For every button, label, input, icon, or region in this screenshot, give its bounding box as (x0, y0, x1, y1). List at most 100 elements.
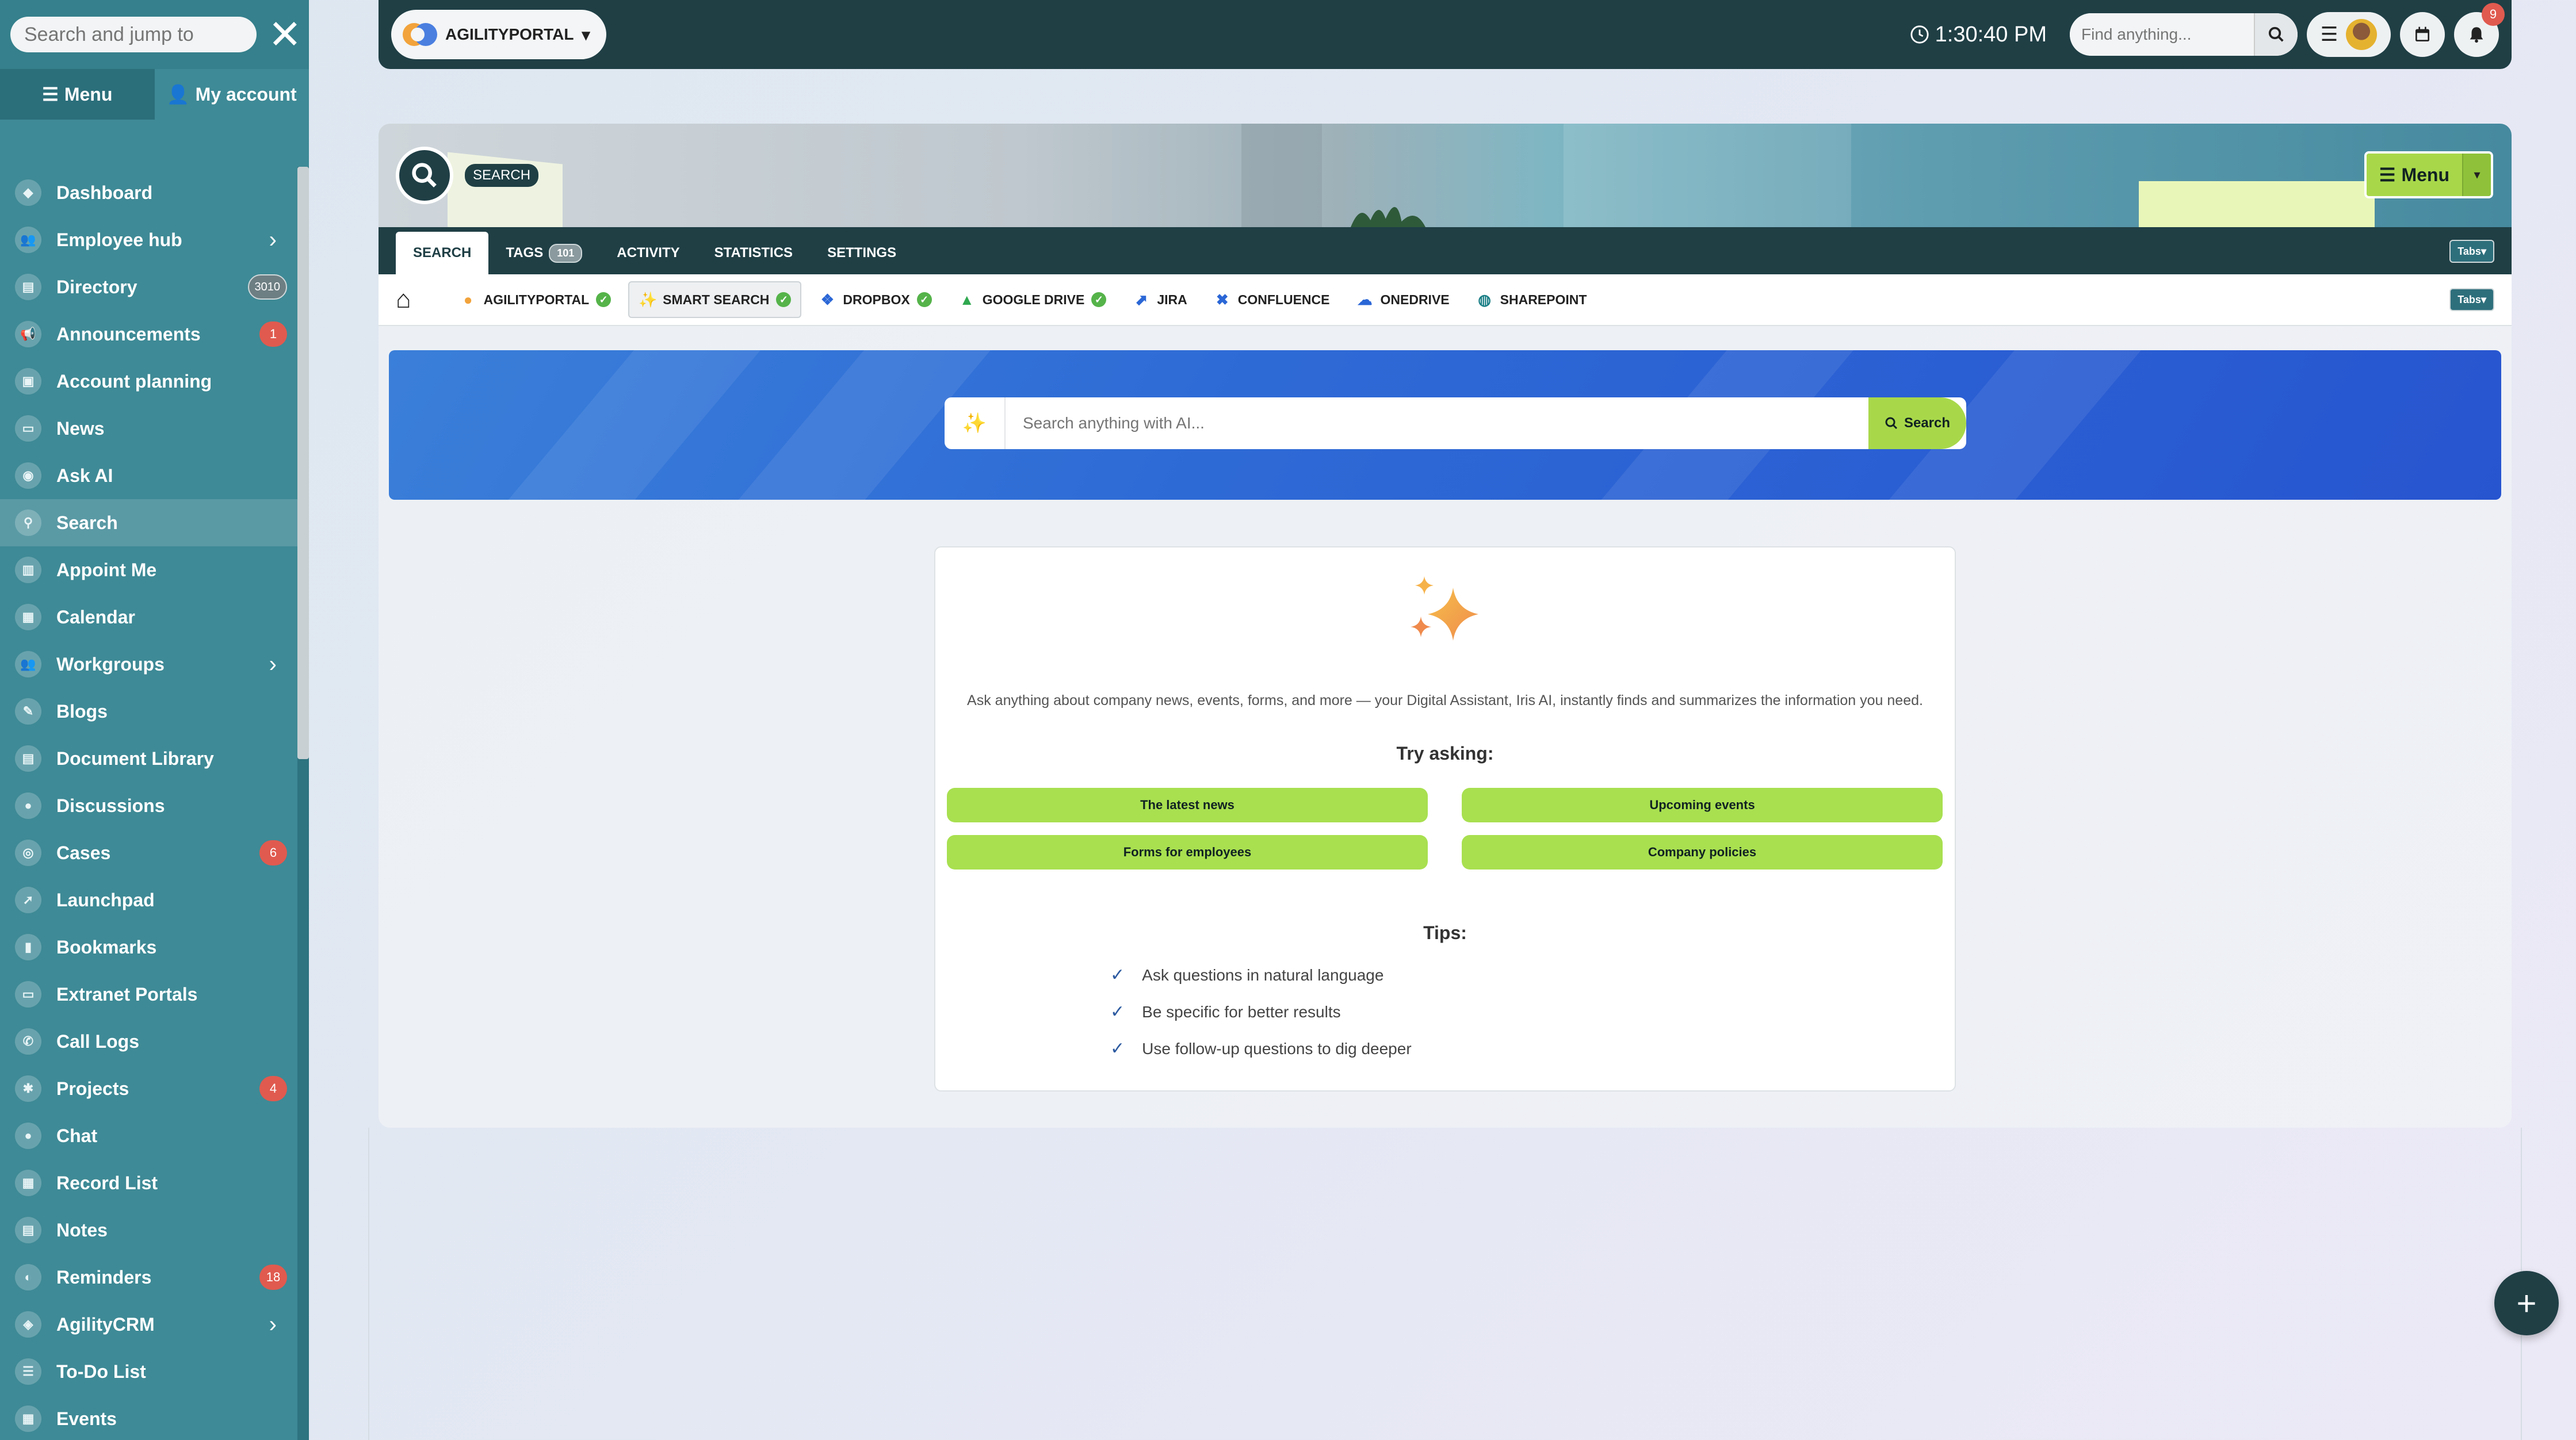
news-icon: ▭ (15, 415, 41, 442)
clock: 1:30:40 PM (1910, 22, 2047, 47)
source-tab-smart-search[interactable]: ✨ SMART SEARCH ✓ (628, 281, 802, 318)
sidebar-item-workgroups[interactable]: 👥 Workgroups › (0, 641, 297, 688)
ai-search-banner: ✨ Search (389, 350, 2501, 500)
sidebar-item-calendar[interactable]: ▦ Calendar (0, 593, 297, 641)
sidebar-item-label: To-Do List (56, 1361, 146, 1382)
suggestion-company-policies[interactable]: Company policies (1462, 835, 1943, 870)
tip-text: Ask questions in natural language (1142, 966, 1384, 984)
sidebar-item-label: Call Logs (56, 1031, 140, 1052)
sidebar-item-label: Chat (56, 1125, 98, 1146)
sidebar-item-directory[interactable]: ▤ Directory 3010 (0, 263, 297, 311)
tab-statistics-label: STATISTICS (714, 245, 793, 261)
sidebar-item-bookmarks[interactable]: ▮ Bookmarks (0, 924, 297, 971)
source-tab-dropbox[interactable]: ❖ DROPBOX ✓ (809, 281, 941, 318)
sidebar-item-news[interactable]: ▭ News (0, 405, 297, 452)
sidebar-item-events[interactable]: ▦ Events (0, 1395, 297, 1440)
sidebar-item-label: Dashboard (56, 182, 153, 203)
tab-menu[interactable]: ☰ Menu (0, 69, 155, 120)
sidebar-item-label: Extranet Portals (56, 983, 198, 1005)
sidebar-item-document-library[interactable]: ▤ Document Library (0, 735, 297, 782)
suggestion-forms-for-employees[interactable]: Forms for employees (947, 835, 1428, 870)
source-tab-confluence[interactable]: ✖ CONFLUENCE (1205, 281, 1339, 318)
robot-icon: ◉ (15, 462, 41, 489)
sidebar-item-account-planning[interactable]: ▣ Account planning (0, 358, 297, 405)
ai-search-button[interactable]: Search (1868, 397, 1966, 449)
sidebar-item-launchpad[interactable]: ➚ Launchpad (0, 876, 297, 924)
sidebar-item-blogs[interactable]: ✎ Blogs (0, 688, 297, 735)
chevron-right-icon[interactable]: › (269, 652, 277, 677)
tab-search-label: SEARCH (413, 245, 472, 261)
global-search-button[interactable] (2254, 13, 2298, 56)
ai-search-input[interactable] (1006, 397, 1868, 449)
home-icon[interactable]: ⌂ (396, 285, 411, 314)
tab-settings[interactable]: SETTINGS (810, 232, 914, 274)
content-area-edge (368, 1128, 2522, 1440)
suggestion-latest-news[interactable]: The latest news (947, 788, 1428, 822)
source-tab-onedrive[interactable]: ☁ ONEDRIVE (1347, 281, 1459, 318)
user-menu-button[interactable]: ☰ (2307, 12, 2391, 57)
source-tab-google-drive[interactable]: ▲ GOOGLE DRIVE ✓ (949, 281, 1116, 318)
calendar-button[interactable] (2400, 12, 2445, 57)
tab-search[interactable]: SEARCH (396, 232, 489, 274)
sidebar-item-appoint-me[interactable]: ▥ Appoint Me (0, 546, 297, 593)
source-tab-label: SHAREPOINT (1500, 292, 1587, 307)
sidebar-scrollbar[interactable] (297, 167, 309, 759)
sidebar-item-record-list[interactable]: ▦ Record List (0, 1159, 297, 1207)
add-floating-button[interactable]: + (2494, 1271, 2559, 1335)
source-tabs-toggle-button[interactable]: Tabs ▾ (2449, 288, 2494, 311)
page-menu-dropdown[interactable]: ▾ (2462, 154, 2491, 196)
source-tab-jira[interactable]: ⬈ JIRA (1123, 281, 1196, 318)
events-icon: ▦ (15, 1405, 41, 1432)
tabs-toggle-label: Tabs (2457, 245, 2481, 257)
source-tab-sharepoint[interactable]: ◍ SHAREPOINT (1467, 281, 1596, 318)
sidebar-item-announcements[interactable]: 📢 Announcements 1 (0, 311, 297, 358)
tab-my-account[interactable]: 👤 My account (154, 69, 309, 120)
sidebar-item-projects[interactable]: ✱ Projects 4 (0, 1065, 297, 1112)
chevron-right-icon[interactable]: › (269, 227, 277, 253)
source-tab-label: AGILITYPORTAL (483, 292, 590, 307)
sidebar-tabs: ☰ Menu 👤 My account (0, 69, 309, 120)
sidebar-item-label: Search (56, 512, 118, 533)
sidebar-item-notes[interactable]: ▤ Notes (0, 1207, 297, 1254)
notifications-button[interactable]: 9 (2454, 3, 2505, 57)
count-badge: 4 (259, 1076, 287, 1101)
sidebar-item-discussions[interactable]: ● Discussions (0, 782, 297, 829)
brand-label: AGILITYPORTAL (445, 25, 574, 43)
sidebar-item-ask-ai[interactable]: ◉ Ask AI (0, 452, 297, 499)
check-circle-icon: ✓ (776, 292, 792, 307)
notification-badge: 9 (2482, 3, 2505, 26)
tab-menu-label: Menu (64, 83, 113, 105)
source-tab-label: SMART SEARCH (663, 292, 770, 307)
sidebar-search-input[interactable] (10, 17, 257, 52)
brand-switcher[interactable]: AGILITYPORTAL ▾ (391, 10, 606, 59)
page-menu-button[interactable]: ☰ Menu (2366, 154, 2462, 196)
sidebar-item-employee-hub[interactable]: 👥 Employee hub › (0, 216, 297, 263)
close-icon[interactable]: ✕ (268, 14, 302, 55)
sharepoint-icon: ◍ (1478, 290, 1491, 308)
source-tab-list: ● AGILITYPORTAL ✓ ✨ SMART SEARCH ✓ ❖ DROPBOX ✓ ▲ G… (450, 281, 1596, 318)
tab-tags[interactable]: TAGS 101 (488, 232, 599, 274)
tip-item: ✓ Be specific for better results (1110, 1002, 1341, 1022)
tabs-toggle-button[interactable]: Tabs ▾ (2449, 240, 2494, 263)
sidebar-item-extranet-portals[interactable]: ▭ Extranet Portals (0, 971, 297, 1018)
sidebar-item-chat[interactable]: ● Chat (0, 1112, 297, 1159)
chevron-right-icon[interactable]: › (269, 1312, 277, 1338)
sidebar-item-cases[interactable]: ◎ Cases 6 (0, 829, 297, 876)
sidebar-item-agilitycrm[interactable]: ◈ AgilityCRM › (0, 1301, 297, 1348)
sidebar-item-dashboard[interactable]: ◆ Dashboard (0, 169, 297, 216)
page-search-icon (396, 147, 453, 204)
sidebar-item-reminders[interactable]: ◐ Reminders 18 (0, 1254, 297, 1301)
tip-text: Be specific for better results (1142, 1002, 1341, 1021)
calendar-icon (2416, 26, 2429, 41)
source-tab-agilityportal[interactable]: ● AGILITYPORTAL ✓ (450, 281, 621, 318)
tab-statistics[interactable]: STATISTICS (697, 232, 810, 274)
sidebar-item-call-logs[interactable]: ✆ Call Logs (0, 1018, 297, 1065)
source-tab-label: GOOGLE DRIVE (982, 292, 1085, 307)
clock-time: 1:30:40 PM (1935, 22, 2047, 47)
sidebar-item-to-do-list[interactable]: ☰ To-Do List (0, 1348, 297, 1395)
ai-search-bar: ✨ Search (945, 397, 1966, 449)
suggestion-upcoming-events[interactable]: Upcoming events (1462, 788, 1943, 822)
tab-activity[interactable]: ACTIVITY (599, 232, 697, 274)
global-search-input[interactable] (2070, 13, 2254, 56)
sidebar-item-search[interactable]: ⚲ Search (0, 499, 297, 546)
